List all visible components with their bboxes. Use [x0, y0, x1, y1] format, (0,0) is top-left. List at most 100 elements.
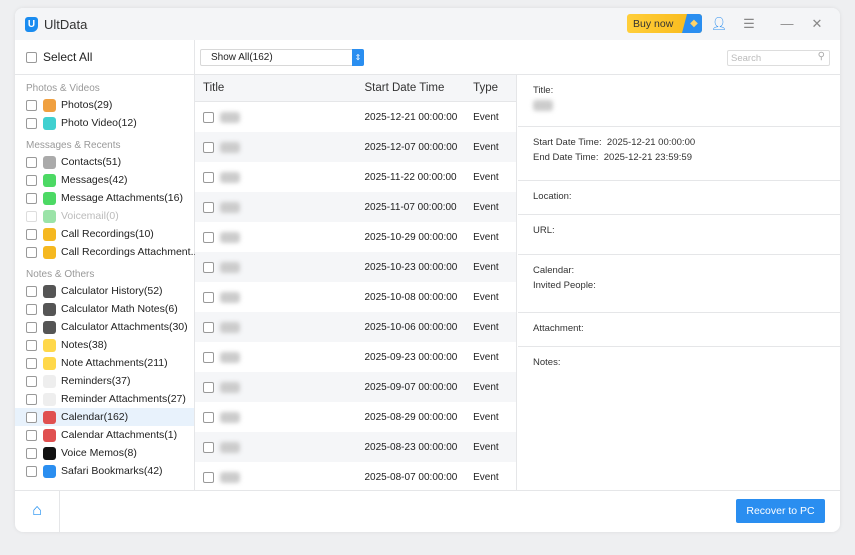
blurred-title — [220, 261, 240, 273]
item-checkbox[interactable] — [26, 246, 37, 258]
item-checkbox[interactable] — [26, 210, 37, 222]
row-checkbox[interactable] — [203, 441, 214, 453]
row-checkbox[interactable] — [203, 321, 214, 333]
search-icon[interactable]: ⚲ — [818, 51, 825, 62]
start-value: 2025-12-21 00:00:00 — [606, 137, 696, 148]
recover-to-pc-button[interactable]: Recover to PC — [736, 499, 825, 523]
row-checkbox[interactable] — [203, 231, 214, 243]
sidebar-item[interactable]: Calculator Math Notes(6) — [15, 300, 194, 318]
select-all[interactable]: Select All — [15, 40, 194, 75]
item-checkbox[interactable] — [26, 192, 37, 204]
blurred-title — [220, 291, 240, 303]
sidebar-item[interactable]: Safari Bookmarks(42) — [15, 462, 194, 480]
header-start-date[interactable]: Start Date Time — [364, 82, 473, 94]
item-checkbox[interactable] — [26, 303, 37, 315]
category-icon — [43, 392, 56, 406]
table-row[interactable]: 2025-09-23 00:00:00 Event — [195, 342, 516, 372]
minimize-icon[interactable]: — — [774, 16, 800, 31]
search-input[interactable]: Search ⚲ — [727, 50, 830, 66]
sidebar-item[interactable]: Voicemail(0) — [15, 207, 194, 225]
event-list: Title Start Date Time Type 2025-12-21 00… — [195, 75, 517, 490]
sidebar-item[interactable]: Calculator History(52) — [15, 282, 194, 300]
close-icon[interactable]: ✕ — [804, 16, 830, 32]
item-label: Calculator Math Notes(6) — [61, 303, 178, 315]
table-row[interactable]: 2025-11-07 00:00:00 Event — [195, 192, 516, 222]
table-row[interactable]: 2025-08-29 00:00:00 Event — [195, 402, 516, 432]
row-checkbox[interactable] — [203, 381, 214, 393]
sidebar-item[interactable]: Note Attachments(211) — [15, 354, 194, 372]
table-row[interactable]: 2025-09-07 00:00:00 Event — [195, 372, 516, 402]
category-icon — [43, 428, 56, 442]
table-row[interactable]: 2025-12-07 00:00:00 Event — [195, 132, 516, 162]
row-checkbox[interactable] — [203, 261, 214, 273]
table-row[interactable]: 2025-10-08 00:00:00 Event — [195, 282, 516, 312]
header-title[interactable]: Title — [195, 82, 364, 94]
row-checkbox[interactable] — [203, 471, 214, 483]
header-type[interactable]: Type — [473, 82, 516, 94]
row-type: Event — [473, 201, 499, 213]
item-checkbox[interactable] — [26, 375, 37, 387]
item-checkbox[interactable] — [26, 429, 37, 441]
item-checkbox[interactable] — [26, 156, 37, 168]
item-checkbox[interactable] — [26, 339, 37, 351]
row-checkbox[interactable] — [203, 351, 214, 363]
blurred-title — [220, 441, 240, 453]
table-row[interactable]: 2025-12-21 00:00:00 Event — [195, 102, 516, 132]
sidebar-item[interactable]: Messages(42) — [15, 171, 194, 189]
row-checkbox[interactable] — [203, 111, 214, 123]
item-label: Messages(42) — [61, 174, 128, 186]
item-checkbox[interactable] — [26, 228, 37, 240]
table-row[interactable]: 2025-11-22 00:00:00 Event — [195, 162, 516, 192]
row-checkbox[interactable] — [203, 411, 214, 423]
item-checkbox[interactable] — [26, 357, 37, 369]
menu-icon[interactable]: ☰ — [736, 16, 762, 32]
item-checkbox[interactable] — [26, 393, 37, 405]
home-icon[interactable]: ⌂ — [15, 491, 60, 532]
sidebar-item[interactable]: Photos(29) — [15, 96, 194, 114]
table-header: Title Start Date Time Type — [195, 75, 516, 102]
item-checkbox[interactable] — [26, 411, 37, 423]
row-checkbox[interactable] — [203, 141, 214, 153]
item-label: Call Recordings(10) — [61, 228, 154, 240]
item-checkbox[interactable] — [26, 285, 37, 297]
table-row[interactable]: 2025-08-07 00:00:00 Event — [195, 462, 516, 492]
category-icon — [43, 173, 56, 187]
table-row[interactable]: 2025-10-23 00:00:00 Event — [195, 252, 516, 282]
item-checkbox[interactable] — [26, 465, 37, 477]
sidebar-item[interactable]: Notes(38) — [15, 336, 194, 354]
sidebar-item[interactable]: Calendar(162) — [15, 408, 194, 426]
user-icon[interactable]: 👤︎ — [706, 16, 732, 32]
item-checkbox[interactable] — [26, 99, 37, 111]
row-checkbox[interactable] — [203, 291, 214, 303]
item-label: Message Attachments(16) — [61, 192, 183, 204]
sidebar-item[interactable]: Message Attachments(16) — [15, 189, 194, 207]
select-arrows-icon: ⇕ — [352, 49, 364, 66]
item-checkbox[interactable] — [26, 447, 37, 459]
sidebar-item[interactable]: Reminder Attachments(27) — [15, 390, 194, 408]
item-checkbox[interactable] — [26, 321, 37, 333]
sidebar-item[interactable]: Voice Memos(8) — [15, 444, 194, 462]
sidebar-item[interactable]: Call Recordings Attachment... — [15, 243, 199, 261]
row-checkbox[interactable] — [203, 201, 214, 213]
sidebar-item[interactable]: Call Recordings(10) — [15, 225, 194, 243]
filter-select[interactable]: Show All(162) ⇕ — [200, 49, 364, 66]
buy-now-button[interactable]: Buy now ◆ — [627, 14, 702, 33]
row-checkbox[interactable] — [203, 171, 214, 183]
table-row[interactable]: 2025-10-29 00:00:00 Event — [195, 222, 516, 252]
sidebar-item[interactable]: Contacts(51) — [15, 153, 194, 171]
item-label: Contacts(51) — [61, 156, 122, 168]
item-checkbox[interactable] — [26, 117, 37, 129]
category-icon — [43, 245, 56, 259]
sidebar-item[interactable]: Calculator Attachments(30) — [15, 318, 194, 336]
item-checkbox[interactable] — [26, 174, 37, 186]
category-icon — [43, 338, 56, 352]
category-icon — [43, 227, 56, 241]
blurred-title — [220, 471, 240, 483]
sidebar-item[interactable]: Photo Video(12) — [15, 114, 194, 132]
table-row[interactable]: 2025-10-06 00:00:00 Event — [195, 312, 516, 342]
end-label: End Date Time: — [533, 152, 599, 163]
table-row[interactable]: 2025-08-23 00:00:00 Event — [195, 432, 516, 462]
sidebar-item[interactable]: Reminders(37) — [15, 372, 194, 390]
select-all-checkbox[interactable] — [26, 51, 37, 63]
sidebar-item[interactable]: Calendar Attachments(1) — [15, 426, 194, 444]
